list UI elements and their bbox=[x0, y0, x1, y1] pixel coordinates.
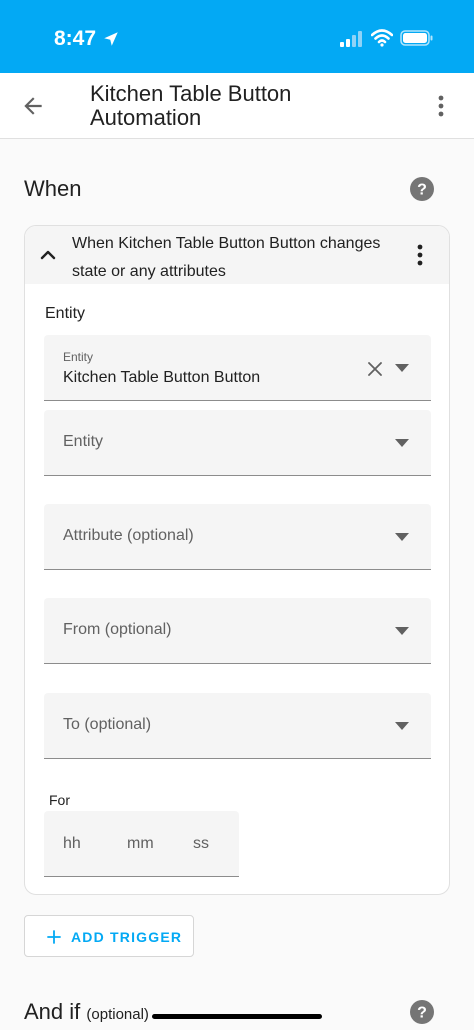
dropdown-arrow-icon[interactable] bbox=[395, 722, 409, 730]
and-if-title: And if bbox=[24, 999, 81, 1024]
entity-section-label: Entity bbox=[45, 305, 86, 322]
clear-icon[interactable] bbox=[367, 361, 383, 377]
to-state-placeholder: To (optional) bbox=[63, 716, 152, 733]
cellular-signal-icon bbox=[340, 31, 362, 47]
duration-input: hh mm ss bbox=[44, 811, 239, 877]
plus-icon bbox=[47, 930, 61, 944]
trigger-card: When Kitchen Table Button Button changes… bbox=[24, 225, 450, 895]
battery-icon bbox=[400, 30, 433, 46]
to-state-field[interactable]: To (optional) bbox=[44, 693, 431, 759]
home-indicator[interactable] bbox=[152, 1014, 322, 1019]
for-label: For bbox=[49, 792, 70, 808]
and-if-heading: And if (optional) bbox=[24, 999, 149, 1025]
entity-select-field[interactable]: Entity Kitchen Table Button Button bbox=[44, 335, 431, 401]
status-bar: 8:47 bbox=[0, 0, 474, 73]
app-bar: Kitchen Table Button Automation bbox=[0, 73, 474, 139]
add-trigger-button[interactable]: ADD TRIGGER bbox=[24, 915, 194, 957]
dropdown-arrow-icon[interactable] bbox=[395, 364, 409, 372]
page-title-line1: Kitchen Table Button bbox=[90, 81, 292, 106]
seconds-input[interactable]: ss bbox=[193, 835, 209, 853]
help-circle-icon[interactable]: ? bbox=[409, 176, 435, 202]
second-entity-placeholder: Entity bbox=[63, 433, 104, 450]
page-title-line2: Automation bbox=[90, 105, 202, 130]
attribute-placeholder: Attribute (optional) bbox=[63, 527, 194, 544]
svg-text:?: ? bbox=[417, 182, 427, 199]
dropdown-arrow-icon[interactable] bbox=[395, 627, 409, 635]
entity-field-value: Kitchen Table Button Button bbox=[63, 369, 261, 386]
minutes-input[interactable]: mm bbox=[127, 835, 154, 853]
dropdown-arrow-icon[interactable] bbox=[395, 439, 409, 447]
location-arrow-icon bbox=[104, 32, 118, 46]
and-if-optional: (optional) bbox=[86, 1006, 149, 1023]
status-time: 8:47 bbox=[54, 27, 97, 50]
from-state-field[interactable]: From (optional) bbox=[44, 598, 431, 664]
trigger-card-header[interactable]: When Kitchen Table Button Button changes… bbox=[25, 226, 449, 286]
trigger-description: When Kitchen Table Button Button changes… bbox=[72, 230, 402, 286]
help-circle-icon[interactable]: ? bbox=[409, 999, 435, 1025]
svg-text:?: ? bbox=[417, 1005, 427, 1022]
dropdown-arrow-icon[interactable] bbox=[395, 533, 409, 541]
entity-field-label: Entity bbox=[63, 350, 94, 364]
from-state-placeholder: From (optional) bbox=[63, 621, 172, 638]
page-title: Kitchen Table Button Automation bbox=[90, 82, 291, 130]
trigger-description-line2: state or any attributes bbox=[72, 263, 226, 280]
more-vertical-icon[interactable] bbox=[413, 242, 427, 268]
second-entity-field[interactable]: Entity bbox=[44, 410, 431, 476]
hours-input[interactable]: hh bbox=[63, 835, 81, 853]
when-heading: When bbox=[24, 176, 82, 201]
attribute-field[interactable]: Attribute (optional) bbox=[44, 504, 431, 570]
back-arrow-icon[interactable] bbox=[20, 93, 46, 119]
add-trigger-label: ADD TRIGGER bbox=[71, 929, 183, 945]
more-vertical-icon[interactable] bbox=[432, 93, 450, 119]
chevron-up-icon[interactable] bbox=[39, 246, 57, 264]
trigger-description-line1: When Kitchen Table Button Button changes bbox=[72, 235, 381, 252]
wifi-icon bbox=[371, 29, 393, 47]
